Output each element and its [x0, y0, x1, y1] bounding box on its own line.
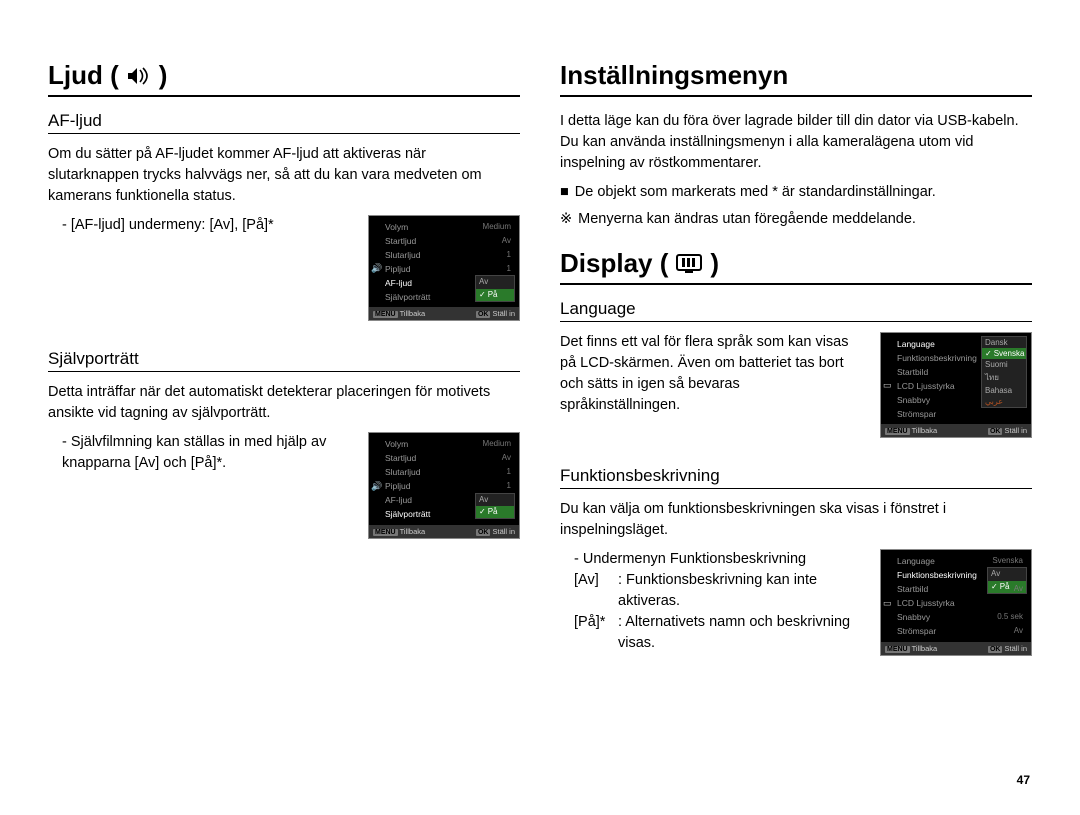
camera-menu-funcdesc: LanguageSvenska Funktionsbeskrivning Av …: [880, 549, 1032, 655]
selfportrait-section: Självporträtt Detta inträffar när det au…: [48, 349, 520, 538]
af-sound-section: AF-ljud Om du sätter på AF-ljudet kommer…: [48, 111, 520, 321]
settings-heading: Inställningsmenyn: [560, 60, 1032, 97]
heading-suffix: ): [159, 60, 168, 91]
page-number: 47: [1017, 773, 1030, 787]
speaker-icon: [127, 66, 151, 86]
display-small-icon: ▭: [883, 598, 892, 610]
funcdesc-body: Du kan välja om funktionsbeskrivningen s…: [560, 499, 1032, 541]
left-column: Ljud ( ) AF-ljud Om du sätter på AF-ljud…: [48, 60, 520, 684]
camera-menu-selfportrait: VolymMedium StartljudAv Slutarljud1 🔊Pip…: [368, 432, 520, 538]
funcdesc-subhead: Funktionsbeskrivning: [560, 466, 1032, 489]
right-column: Inställningsmenyn I detta läge kan du fö…: [560, 60, 1032, 684]
speaker-small-icon: 🔊: [371, 263, 382, 275]
af-submenu-text: - [AF-ljud] undermeny: [Av], [På]*: [48, 215, 350, 236]
bullet-notice: ※ Menyerna kan ändras utan föregående me…: [560, 209, 1032, 230]
sound-heading: Ljud ( ): [48, 60, 520, 97]
funcdesc-sublabel: - Undermenyn Funktionsbeskrivning: [560, 549, 862, 570]
language-section: Language Det finns ett val för flera spr…: [560, 299, 1032, 438]
display-icon: [676, 254, 702, 274]
display-heading: Display ( ): [560, 248, 1032, 285]
selfportrait-body: Detta inträffar när det automatiskt dete…: [48, 382, 520, 424]
selfportrait-submenu-text: - Självfilmning kan ställas in med hjälp…: [48, 432, 350, 474]
display-small-icon: ▭: [883, 380, 892, 392]
bullet-standard: ■ De objekt som markerats med * är stand…: [560, 182, 1032, 203]
settings-body: I detta läge kan du föra över lagrade bi…: [560, 111, 1032, 174]
selfportrait-subhead: Självporträtt: [48, 349, 520, 372]
af-sound-body: Om du sätter på AF-ljudet kommer AF-ljud…: [48, 144, 520, 207]
camera-menu-language: Language Funktionsbeskrivning Startbild …: [880, 332, 1032, 438]
funcdesc-av-row: [Av] : Funktionsbeskrivning kan inte akt…: [574, 570, 862, 612]
funcdesc-section: Funktionsbeskrivning Du kan välja om fun…: [560, 466, 1032, 655]
camera-menu-af: VolymMedium StartljudAv Slutarljud1 🔊Pip…: [368, 215, 520, 321]
language-subhead: Language: [560, 299, 1032, 322]
af-sound-subhead: AF-ljud: [48, 111, 520, 134]
funcdesc-pa-row: [På]* : Alternativets namn och beskrivni…: [574, 612, 862, 654]
speaker-small-icon: 🔊: [371, 481, 382, 493]
display-suffix: ): [710, 248, 719, 279]
language-body: Det finns ett val för flera språk som ka…: [560, 332, 862, 416]
heading-prefix: Ljud (: [48, 60, 119, 91]
display-prefix: Display (: [560, 248, 668, 279]
